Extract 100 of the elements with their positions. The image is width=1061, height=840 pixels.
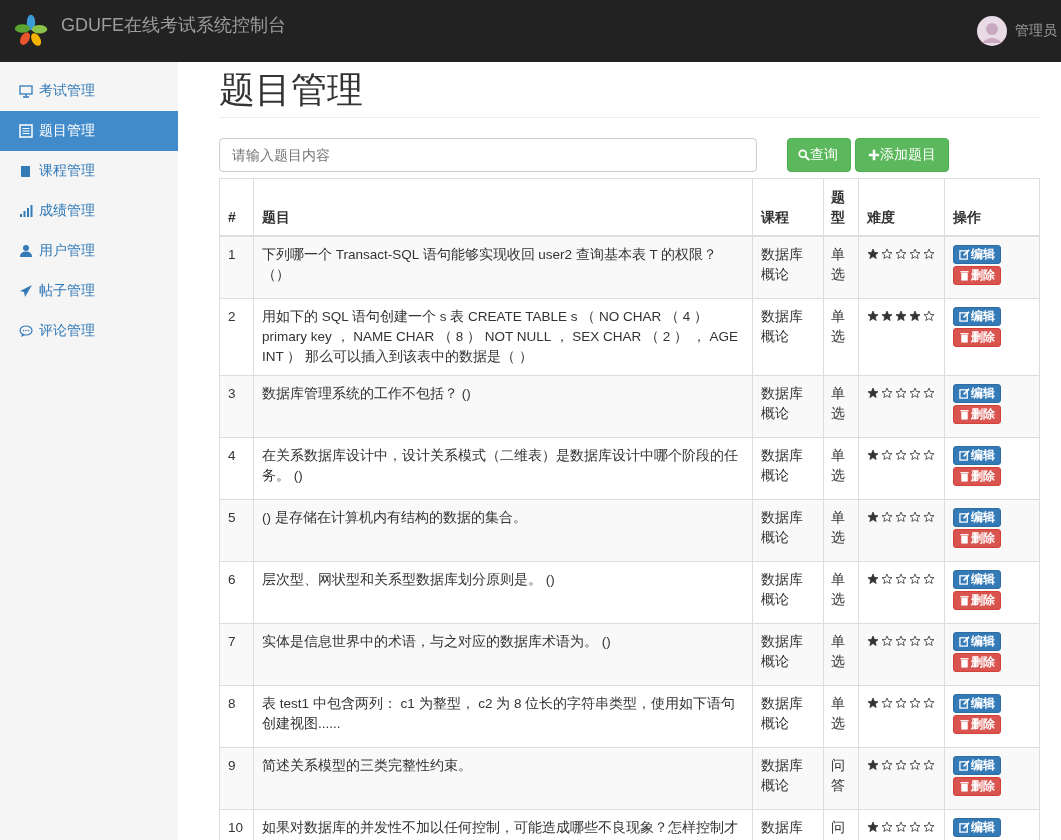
empty-star-icon <box>881 635 893 647</box>
table-cell: 数据库概论 <box>761 634 803 669</box>
filled-star-icon <box>867 387 879 399</box>
column-header: 课程 <box>761 209 789 225</box>
trash-icon <box>959 332 970 343</box>
delete-button[interactable]: 删除 <box>953 405 1001 424</box>
sidebar-item[interactable]: 题目管理 <box>0 111 178 151</box>
filled-star-icon <box>867 449 879 461</box>
empty-star-icon <box>923 387 935 399</box>
filled-star-icon <box>867 759 879 771</box>
trash-icon <box>959 409 970 420</box>
empty-star-icon <box>923 511 935 523</box>
edit-button[interactable]: 编辑 <box>953 384 1001 403</box>
trash-icon <box>959 719 970 730</box>
table-cell: 单选 <box>831 696 845 731</box>
search-button[interactable]: 查询 <box>787 138 851 172</box>
empty-star-icon <box>909 511 921 523</box>
column-header: 操作 <box>953 209 981 225</box>
edit-button[interactable]: 编辑 <box>953 818 1001 837</box>
delete-button[interactable]: 删除 <box>953 591 1001 610</box>
sidebar-item[interactable]: 用户管理 <box>0 231 178 271</box>
empty-star-icon <box>895 248 907 260</box>
empty-star-icon <box>909 248 921 260</box>
table-cell: 单选 <box>831 448 845 483</box>
empty-star-icon <box>895 511 907 523</box>
empty-star-icon <box>909 449 921 461</box>
plus-icon <box>868 149 880 161</box>
table-cell: 数据库概论 <box>761 247 803 282</box>
empty-star-icon <box>881 248 893 260</box>
empty-star-icon <box>895 387 907 399</box>
edit-button[interactable]: 编辑 <box>953 756 1001 775</box>
sidebar-item[interactable]: 考试管理 <box>0 71 178 111</box>
delete-button[interactable]: 删除 <box>953 467 1001 486</box>
avatar-icon[interactable] <box>977 16 1007 46</box>
edit-icon <box>959 636 970 647</box>
empty-star-icon <box>923 635 935 647</box>
empty-star-icon <box>881 573 893 585</box>
edit-button[interactable]: 编辑 <box>953 632 1001 651</box>
add-question-button[interactable]: 添加题目 <box>855 138 949 172</box>
sidebar-item[interactable]: 评论管理 <box>0 311 178 351</box>
filled-star-icon <box>867 310 879 322</box>
delete-button[interactable]: 删除 <box>953 266 1001 285</box>
table-cell: 数据库概论 <box>761 309 803 344</box>
sidebar-item[interactable]: 课程管理 <box>0 151 178 191</box>
delete-button[interactable]: 删除 <box>953 653 1001 672</box>
filled-star-icon <box>881 310 893 322</box>
table-cell: 数据库概论 <box>761 510 803 545</box>
pinwheel-logo-icon <box>14 14 48 48</box>
filled-star-icon <box>867 635 879 647</box>
empty-star-icon <box>923 573 935 585</box>
table-cell: 9 <box>228 758 236 773</box>
edit-button[interactable]: 编辑 <box>953 508 1001 527</box>
edit-button[interactable]: 编辑 <box>953 446 1001 465</box>
monitor-icon <box>19 84 33 98</box>
user-menu[interactable]: 管理员 <box>1015 22 1057 40</box>
edit-icon <box>959 249 970 260</box>
table-cell: 数据库概论 <box>761 758 803 793</box>
delete-button[interactable]: 删除 <box>953 715 1001 734</box>
trash-icon <box>959 657 970 668</box>
speech-bubble-icon <box>19 324 33 338</box>
brand-title[interactable]: GDUFE在线考试系统控制台 <box>61 13 286 37</box>
empty-star-icon <box>881 821 893 833</box>
table-cell: 1 <box>228 247 236 262</box>
column-header: 题目 <box>262 209 290 225</box>
edit-button[interactable]: 编辑 <box>953 694 1001 713</box>
table-cell: 8 <box>228 696 236 711</box>
empty-star-icon <box>923 821 935 833</box>
table-cell: 单选 <box>831 510 845 545</box>
delete-button[interactable]: 删除 <box>953 529 1001 548</box>
table-cell: 数据库概论 <box>761 696 803 731</box>
paper-plane-icon <box>19 284 33 298</box>
empty-star-icon <box>909 697 921 709</box>
trash-icon <box>959 471 970 482</box>
delete-button[interactable]: 删除 <box>953 777 1001 796</box>
search-field[interactable]: 请输入题目内容 <box>219 138 757 172</box>
table-cell: 单选 <box>831 247 845 282</box>
edit-icon <box>959 388 970 399</box>
sidebar-item[interactable]: 成绩管理 <box>0 191 178 231</box>
edit-button[interactable]: 编辑 <box>953 570 1001 589</box>
table-cell: 单选 <box>831 572 845 607</box>
empty-star-icon <box>909 387 921 399</box>
edit-button[interactable]: 编辑 <box>953 245 1001 264</box>
table-cell: 2 <box>228 309 236 324</box>
empty-star-icon <box>881 449 893 461</box>
filled-star-icon <box>867 821 879 833</box>
edit-icon <box>959 450 970 461</box>
table-cell: 7 <box>228 634 236 649</box>
filled-star-icon <box>867 248 879 260</box>
column-header: 题型 <box>831 189 845 225</box>
delete-button[interactable]: 删除 <box>953 328 1001 347</box>
table-cell: 数据库概论 <box>761 572 803 607</box>
question-text: 表 test1 中包含两列： c1 为整型， c2 为 8 位长的字符串类型，使用如下语句创建视图...... <box>262 696 736 731</box>
sidebar-item[interactable]: 帖子管理 <box>0 271 178 311</box>
table-cell: 单选 <box>831 309 845 344</box>
question-text: 层次型、网状型和关系型数据库划分原则是。 () <box>262 572 555 587</box>
empty-star-icon <box>895 759 907 771</box>
table-cell: 问 <box>831 820 845 835</box>
edit-button[interactable]: 编辑 <box>953 307 1001 326</box>
column-header: # <box>228 209 236 225</box>
empty-star-icon <box>909 821 921 833</box>
